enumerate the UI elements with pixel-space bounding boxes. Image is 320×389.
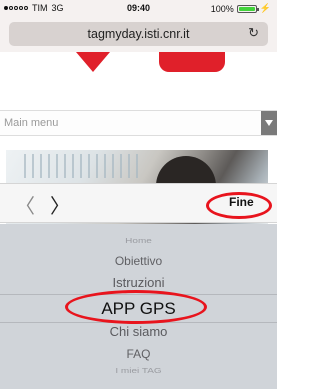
main-menu-select[interactable]: Main menu	[0, 110, 277, 136]
url-text: tagmyday.isti.cnr.it	[87, 27, 190, 41]
picker-option[interactable]: Chi siamo	[0, 324, 277, 339]
picker-option[interactable]: Istruzioni	[0, 275, 277, 290]
picker-toolbar: 〈 〉 Fine	[0, 183, 277, 223]
picker-option[interactable]: I miei TAG	[0, 368, 277, 376]
chevron-left-icon[interactable]: 〈	[15, 190, 35, 219]
battery-percent: 100%	[210, 3, 234, 14]
battery-icon	[236, 4, 259, 13]
browser-chrome: TIM 3G 09:40 100% ⚡ tagmyday.isti.cnr.it…	[0, 0, 277, 52]
status-bar: TIM 3G 09:40 100% ⚡	[0, 0, 277, 16]
address-bar[interactable]: tagmyday.isti.cnr.it ↻	[9, 22, 268, 46]
picker-option[interactable]: Obiettivo	[0, 254, 277, 268]
charging-icon: ⚡	[259, 3, 271, 13]
logo-shape-left	[76, 52, 110, 72]
picker-wheel[interactable]: Home Obiettivo Istruzioni APP GPS Chi si…	[0, 224, 277, 389]
annotation-circle-selected	[65, 290, 207, 324]
main-menu-label: Main menu	[4, 117, 59, 129]
chevron-right-icon[interactable]: 〉	[50, 190, 70, 219]
reload-icon[interactable]: ↻	[248, 25, 259, 41]
picker-option[interactable]: FAQ	[0, 347, 277, 361]
status-right: 100% ⚡	[211, 3, 271, 14]
chevron-down-icon[interactable]	[261, 111, 277, 135]
annotation-circle-done	[206, 192, 272, 219]
logo-shape-right	[159, 52, 225, 72]
picker-option[interactable]: Home	[0, 238, 277, 246]
